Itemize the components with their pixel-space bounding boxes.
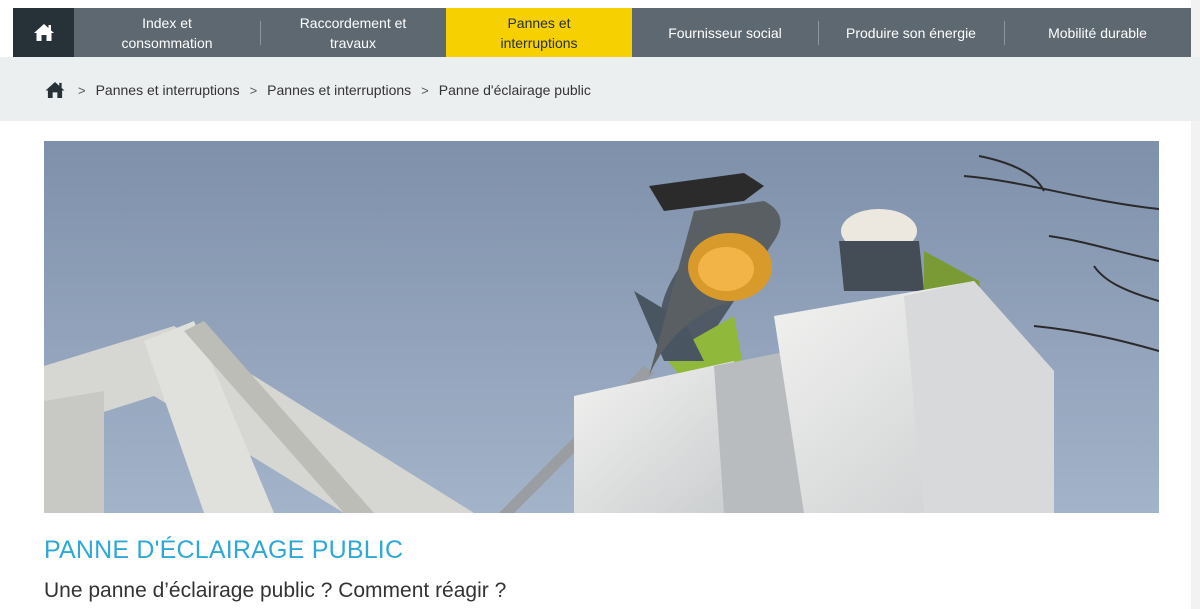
main-nav: Index et consommation Raccordement et tr…: [13, 8, 1191, 57]
nav-item-produire-energie[interactable]: Produire son énergie: [818, 8, 1004, 57]
nav-divider: [260, 21, 261, 45]
nav-item-label: Produire son énergie: [846, 24, 976, 41]
nav-item-pannes-interruptions[interactable]: Pannes et interruptions: [446, 8, 632, 57]
page-subtitle: Une panne d’éclairage public ? Comment r…: [44, 579, 507, 602]
nav-item-label: Mobilité durable: [1048, 24, 1147, 41]
nav-item-raccordement-travaux[interactable]: Raccordement et travaux: [260, 8, 446, 57]
page-title: PANNE D'ÉCLAIRAGE PUBLIC: [44, 536, 404, 564]
nav-item-fournisseur-social[interactable]: Fournisseur social: [632, 8, 818, 57]
nav-home-button[interactable]: [13, 8, 74, 57]
nav-item-label: Fournisseur social: [668, 24, 782, 41]
breadcrumb-item[interactable]: Pannes et interruptions: [267, 82, 411, 98]
nav-divider: [818, 21, 819, 45]
nav-divider: [1004, 21, 1005, 45]
breadcrumb-separator: >: [78, 82, 86, 98]
breadcrumb-current: Panne d'éclairage public: [438, 82, 591, 98]
nav-item-index-consommation[interactable]: Index et consommation: [74, 8, 260, 57]
nav-item-mobilite-durable[interactable]: Mobilité durable: [1004, 8, 1191, 57]
nav-item-label: Pannes et interruptions: [500, 14, 578, 51]
home-icon: [45, 81, 65, 99]
home-icon: [33, 24, 54, 41]
hero-image: [44, 141, 1159, 513]
breadcrumb-home-link[interactable]: [44, 80, 68, 100]
nav-item-label: Raccordement et travaux: [299, 14, 407, 51]
breadcrumb-separator: >: [421, 82, 429, 98]
nav-item-label: Index et consommation: [121, 14, 213, 51]
breadcrumb: > Pannes et interruptions > Pannes et in…: [44, 80, 591, 100]
breadcrumb-item[interactable]: Pannes et interruptions: [96, 82, 240, 98]
breadcrumb-separator: >: [249, 82, 258, 98]
